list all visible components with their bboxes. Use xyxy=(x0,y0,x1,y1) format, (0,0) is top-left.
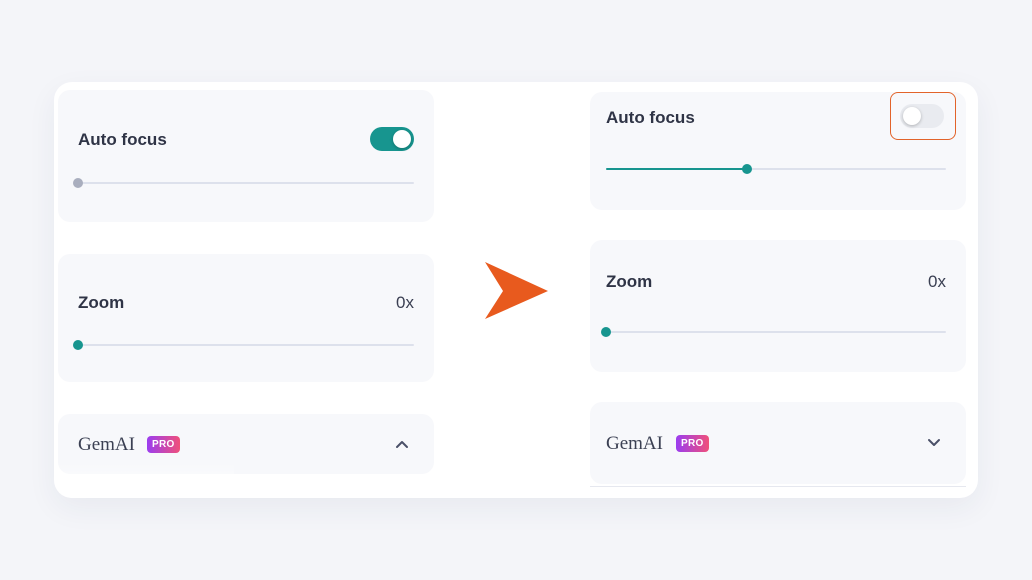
arrow-right-icon xyxy=(485,262,548,319)
zoom-slider[interactable] xyxy=(601,327,946,337)
autofocus-toggle[interactable] xyxy=(370,127,414,151)
before-zoom-card: Zoom 0x xyxy=(58,254,434,382)
chevron-down-icon[interactable] xyxy=(926,435,942,451)
autofocus-toggle[interactable] xyxy=(900,104,944,128)
zoom-value: 0x xyxy=(396,293,414,312)
bottom-fade xyxy=(54,462,234,498)
toggle-knob xyxy=(393,130,411,148)
autofocus-label: Auto focus xyxy=(78,130,167,149)
autofocus-slider[interactable] xyxy=(73,178,414,188)
slider-thumb[interactable] xyxy=(742,164,752,174)
after-zoom-card: Zoom 0x xyxy=(590,240,966,372)
autofocus-label: Auto focus xyxy=(606,108,695,127)
chevron-up-icon[interactable] xyxy=(394,436,410,452)
autofocus-slider[interactable] xyxy=(606,164,946,174)
zoom-value: 0x xyxy=(928,272,946,291)
gemai-brand: GemAI xyxy=(78,434,135,455)
slider-thumb[interactable] xyxy=(73,178,83,188)
after-autofocus-card: Auto focus xyxy=(590,92,966,210)
zoom-slider[interactable] xyxy=(73,340,414,350)
toggle-knob xyxy=(903,107,921,125)
slider-thumb[interactable] xyxy=(73,340,83,350)
zoom-label: Zoom xyxy=(78,293,125,312)
before-autofocus-card: Auto focus xyxy=(58,90,434,222)
gemai-brand: GemAI xyxy=(606,433,663,454)
after-gemai-card[interactable]: GemAI PRO xyxy=(590,402,966,484)
card-divider xyxy=(590,486,966,487)
pro-badge: PRO xyxy=(676,435,709,452)
zoom-label: Zoom xyxy=(606,272,653,291)
slider-fill xyxy=(606,168,747,170)
pro-badge: PRO xyxy=(147,436,180,453)
slider-thumb[interactable] xyxy=(601,327,611,337)
